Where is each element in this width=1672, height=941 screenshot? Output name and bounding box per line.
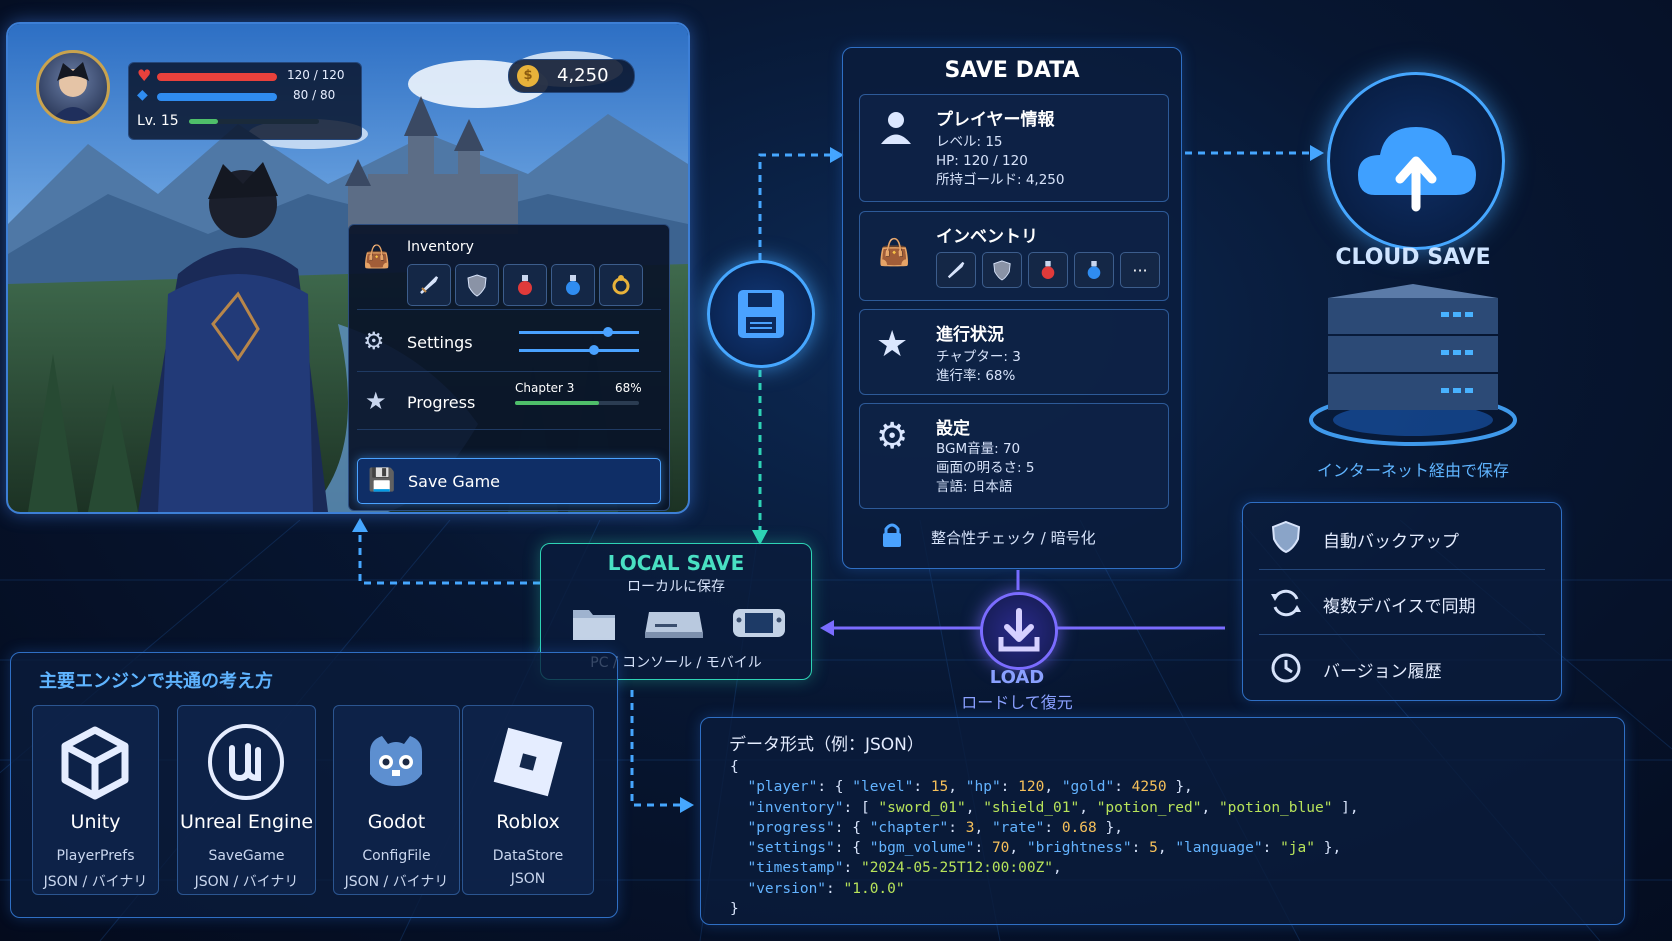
progress-card: ★ 進行状況 チャプター: 3 進行率: 68% xyxy=(859,309,1169,395)
code-line: "progress": { "chapter": 3, "rate": 0.68… xyxy=(747,819,1123,836)
code-line: "settings": { "bgm_volume": 70, "brightn… xyxy=(747,840,1342,857)
engine-api: ConfigFile xyxy=(362,848,431,864)
engine-card-unity: Unity PlayerPrefs JSON / バイナリ xyxy=(32,705,159,895)
console-icon xyxy=(643,608,705,644)
json-code-block: { "player": { "level": 15, "hp": 120, "g… xyxy=(730,757,1359,919)
integrity-text: 整合性チェック / 暗号化 xyxy=(931,529,1096,547)
load-circle[interactable] xyxy=(980,592,1058,670)
sword-icon xyxy=(936,252,976,288)
load-subtitle: ロードして復元 xyxy=(961,693,1073,712)
bag-icon: 👜 xyxy=(878,238,911,268)
load-title: LOAD xyxy=(989,667,1045,688)
json-example-title: データ形式（例：JSON） xyxy=(729,735,924,755)
code-line: "inventory": [ "sword_01", "shield_01", … xyxy=(747,799,1359,816)
code-lines: "player": { "level": 15, "hp": 120, "gol… xyxy=(730,777,1359,899)
roblox-logo-icon xyxy=(493,727,563,797)
cloud-save-circle xyxy=(1327,72,1505,250)
settings-bgm-line: BGM音量: 70 xyxy=(936,441,1021,457)
code-open-brace: { xyxy=(730,759,739,775)
code-close-brace: } xyxy=(730,901,739,918)
features-divider xyxy=(1259,569,1545,570)
download-icon xyxy=(998,608,1040,652)
inventory-title: インベントリ xyxy=(936,227,1038,247)
godot-logo-icon xyxy=(370,736,422,786)
server-stack-illustration xyxy=(1309,284,1517,446)
cloud-save-subtitle: インターネット経由で保存 xyxy=(1316,461,1509,480)
feature-auto-backup: 自動バックアップ xyxy=(1323,532,1459,552)
more-items-icon: ··· xyxy=(1120,252,1160,288)
lock-icon xyxy=(881,522,903,552)
progress-chapter-line: チャプター: 3 xyxy=(936,349,1021,365)
code-line: "player": { "level": 15, "hp": 120, "gol… xyxy=(747,779,1193,796)
shield-icon xyxy=(982,252,1022,288)
save-hub[interactable] xyxy=(707,260,815,368)
feature-multi-device-sync: 複数デバイスで同期 xyxy=(1323,597,1476,617)
engine-format: JSON / バイナリ xyxy=(194,874,299,890)
player-hp-line: HP: 120 / 120 xyxy=(936,153,1028,169)
code-line: "version": "1.0.0" xyxy=(747,880,905,897)
progress-title: 進行状況 xyxy=(936,325,1004,345)
engine-format: JSON / バイナリ xyxy=(344,874,449,890)
engine-name: Roblox xyxy=(496,811,560,833)
engine-name: Unity xyxy=(70,811,121,833)
engine-format: JSON xyxy=(510,871,546,887)
blue-potion-icon xyxy=(1074,252,1114,288)
local-save-subtitle: ローカルに保存 xyxy=(627,579,725,595)
sync-icon xyxy=(1269,586,1303,624)
feature-version-history: バージョン履歴 xyxy=(1323,662,1442,682)
engine-format: JSON / バイナリ xyxy=(43,874,148,890)
star-icon: ★ xyxy=(876,324,909,365)
engine-card-roblox: Roblox DataStore JSON xyxy=(462,705,594,895)
settings-brightness-line: 画面の明るさ: 5 xyxy=(936,460,1035,476)
local-save-title: LOCAL SAVE xyxy=(607,551,745,575)
handheld-icon xyxy=(731,606,787,644)
engine-api: DataStore xyxy=(492,848,564,864)
clock-icon xyxy=(1269,651,1303,689)
cloud-save-title: CLOUD SAVE xyxy=(1335,245,1491,270)
floppy-disk-icon xyxy=(738,290,784,338)
engine-name: Unreal Engine xyxy=(179,811,314,833)
gear-icon: ⚙ xyxy=(876,416,909,457)
progress-rate-line: 進行率: 68% xyxy=(936,368,1016,384)
engine-card-unreal: Unreal Engine SaveGame JSON / バイナリ xyxy=(177,705,316,895)
settings-title: 設定 xyxy=(936,419,970,439)
more-items-text: ··· xyxy=(1132,260,1148,280)
engine-name: Godot xyxy=(367,811,426,833)
save-data-title: SAVE DATA xyxy=(944,58,1080,83)
unreal-logo-icon xyxy=(208,724,284,800)
player-level-line: レベル: 15 xyxy=(936,134,1003,150)
red-potion-icon xyxy=(1028,252,1068,288)
user-icon xyxy=(876,107,916,151)
shield-icon xyxy=(1271,520,1301,558)
engine-card-godot: Godot ConfigFile JSON / バイナリ xyxy=(333,705,460,895)
folder-icon xyxy=(571,604,617,646)
engine-api: PlayerPrefs xyxy=(56,848,135,864)
engines-title: 主要エンジンで共通の考え方 xyxy=(39,671,273,692)
unity-logo-icon xyxy=(61,726,129,800)
player-info-title: プレイヤー情報 xyxy=(936,110,1055,130)
player-info-card: プレイヤー情報 レベル: 15 HP: 120 / 120 所持ゴールド: 4,… xyxy=(859,94,1169,202)
features-panel: 自動バックアップ 複数デバイスで同期 バージョン履歴 xyxy=(1242,502,1562,701)
cloud-upload-icon xyxy=(1358,127,1476,212)
settings-card: ⚙ 設定 BGM音量: 70 画面の明るさ: 5 言語: 日本語 xyxy=(859,403,1169,509)
save-data-panel: SAVE DATA プレイヤー情報 レベル: 15 HP: 120 / 120 … xyxy=(842,47,1182,569)
player-gold-line: 所持ゴールド: 4,250 xyxy=(936,172,1065,188)
settings-language-line: 言語: 日本語 xyxy=(936,479,1013,495)
code-line: "timestamp": "2024-05-25T12:00:00Z", xyxy=(747,860,1062,877)
engine-api: SaveGame xyxy=(208,848,285,864)
features-divider xyxy=(1259,634,1545,635)
inventory-card: 👜 インベントリ ··· xyxy=(859,211,1169,301)
